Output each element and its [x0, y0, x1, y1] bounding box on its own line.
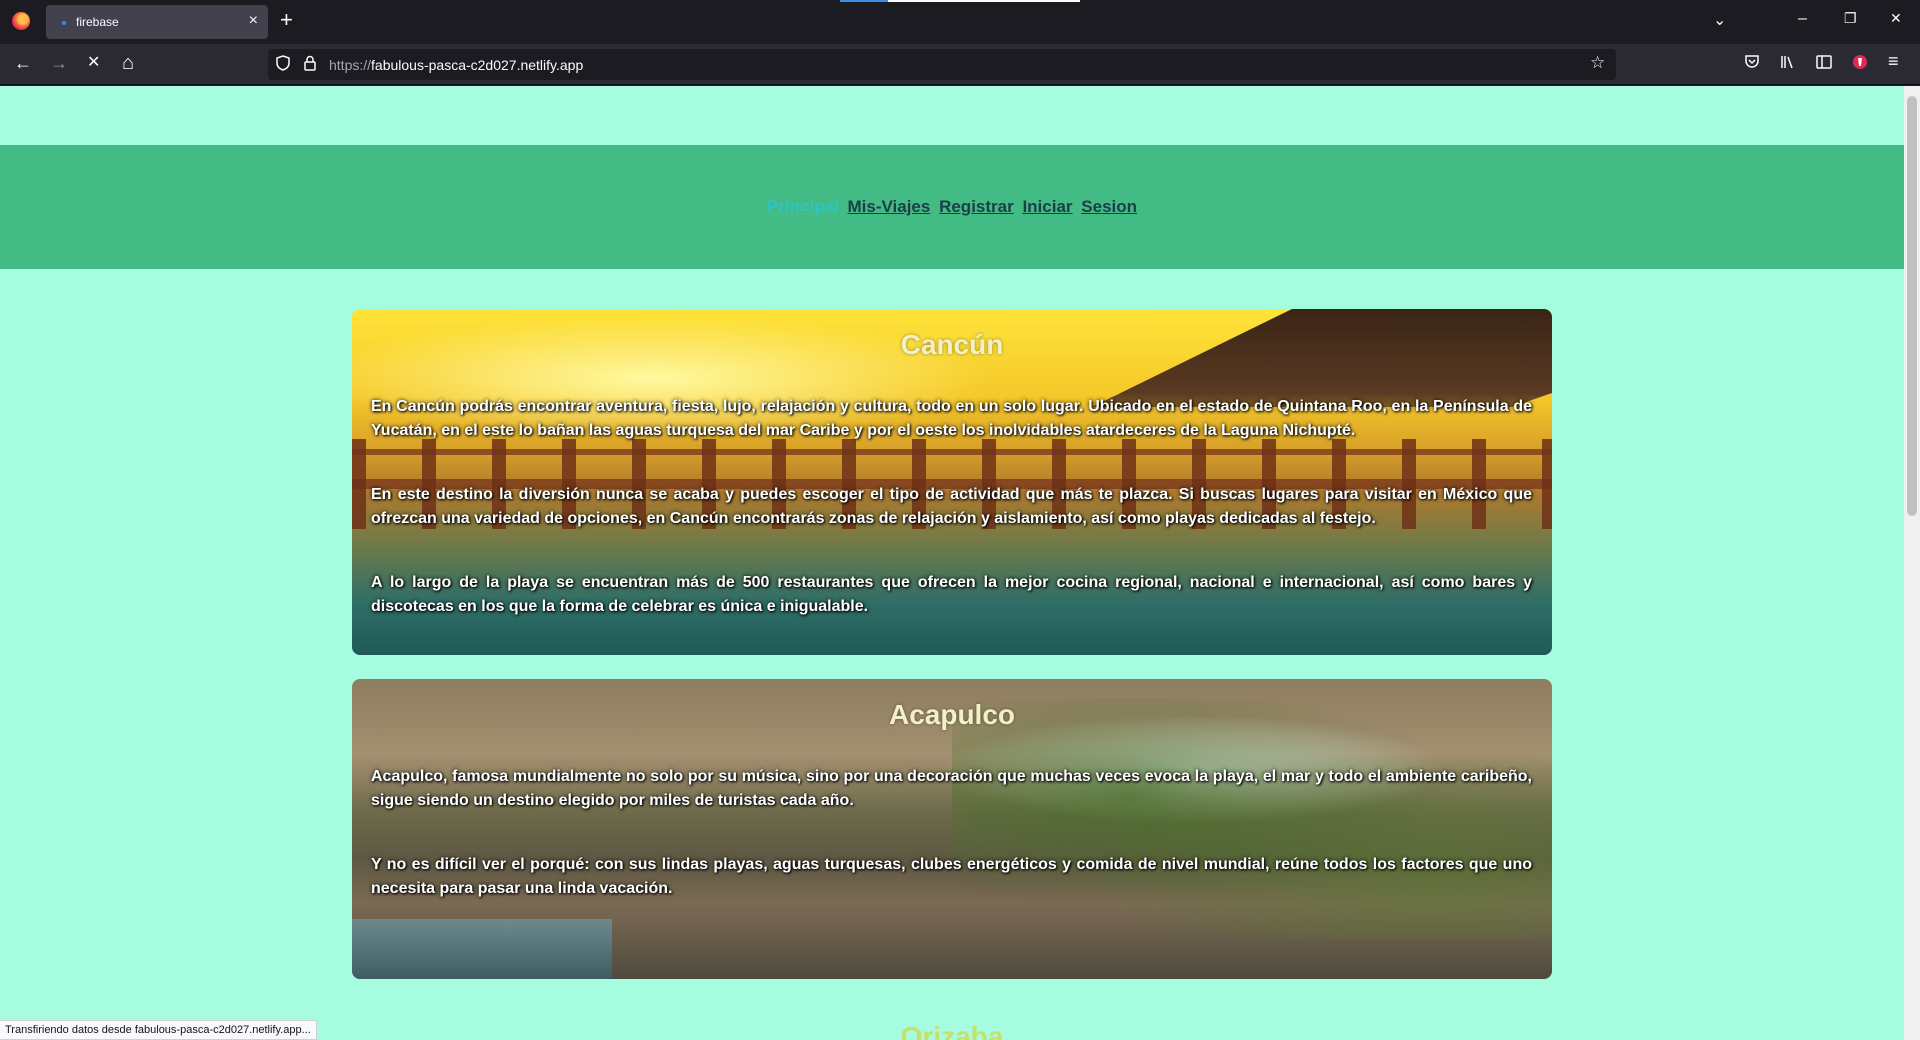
status-bar: Transfiriendo datos desde fabulous-pasca… — [0, 1020, 317, 1040]
site-header: Principal Mis-Viajes Registrar Iniciar S… — [0, 145, 1904, 269]
extension-icon[interactable] — [1852, 54, 1868, 75]
navigation-toolbar: ← → ✕ ⌂ https://fabulous-pasca-c2d027.ne… — [0, 44, 1920, 85]
tab-firebase[interactable]: firebase × — [46, 5, 268, 39]
tracking-protection-shield-icon[interactable] — [276, 55, 290, 75]
tab-bar: firebase × + ⌄ – ❐ ✕ — [0, 0, 1920, 44]
tab-close-icon[interactable]: × — [249, 12, 258, 30]
site-nav: Principal Mis-Viajes Registrar Iniciar S… — [0, 197, 1904, 217]
tab-loading-indicator-icon — [62, 21, 66, 25]
page-scrollbar[interactable] — [1904, 86, 1920, 1040]
new-tab-button[interactable]: + — [280, 9, 293, 31]
card-description: En Cancún podrás encontrar aventura, fie… — [371, 395, 1532, 655]
menu-icon[interactable]: ≡ — [1888, 52, 1899, 70]
sidebar-icon[interactable] — [1816, 54, 1832, 75]
nav-link-mis-viajes[interactable]: Mis-Viajes — [848, 197, 931, 216]
minimize-button[interactable]: – — [1798, 10, 1807, 28]
home-button[interactable]: ⌂ — [122, 53, 134, 73]
card-title: Cancún — [900, 329, 1004, 360]
card-paragraph: Y no es difícil ver el porqué: con sus l… — [371, 856, 1532, 897]
destination-card-cancun: Cancún En Cancún podrás encontrar aventu… — [352, 309, 1552, 655]
nav-link-sesion[interactable]: Sesion — [1081, 197, 1137, 216]
url-host: fabulous-pasca-c2d027.netlify.app — [371, 57, 584, 73]
destination-card-acapulco: Acapulco Acapulco, famosa mundialmente n… — [352, 679, 1552, 979]
card-paragraph: En Cancún podrás encontrar aventura, fie… — [371, 398, 1532, 439]
firefox-logo-icon[interactable] — [12, 12, 30, 30]
lock-icon[interactable] — [304, 55, 316, 75]
close-window-button[interactable]: ✕ — [1890, 10, 1902, 27]
back-button[interactable]: ← — [14, 53, 32, 73]
card-paragraph: Acapulco, famosa mundialmente no solo po… — [371, 768, 1532, 809]
nav-link-iniciar[interactable]: Iniciar — [1022, 197, 1072, 216]
stop-button[interactable]: ✕ — [87, 53, 100, 73]
url-text[interactable]: https://fabulous-pasca-c2d027.netlify.ap… — [329, 57, 583, 73]
card-paragraph: A lo largo de la playa se encuentran más… — [371, 574, 1532, 615]
card-title: Acapulco — [888, 699, 1016, 730]
list-all-tabs-icon[interactable]: ⌄ — [1713, 10, 1726, 30]
restore-button[interactable]: ❐ — [1844, 10, 1857, 27]
tab-title: firebase — [76, 15, 119, 29]
tab-scroll-indicator — [840, 0, 1080, 2]
url-scheme: https:// — [329, 57, 372, 73]
page-viewport: Principal Mis-Viajes Registrar Iniciar S… — [0, 86, 1904, 1040]
forward-button[interactable]: → — [50, 53, 68, 73]
nav-link-principal[interactable]: Principal — [767, 197, 839, 216]
url-bar[interactable]: https://fabulous-pasca-c2d027.netlify.ap… — [268, 49, 1616, 80]
card-description: Acapulco, famosa mundialmente no solo po… — [371, 765, 1532, 941]
bookmark-star-icon[interactable]: ☆ — [1590, 53, 1605, 73]
pocket-icon[interactable] — [1744, 54, 1760, 75]
scrollbar-thumb[interactable] — [1907, 96, 1917, 516]
library-icon[interactable] — [1780, 54, 1796, 75]
nav-link-registrar[interactable]: Registrar — [939, 197, 1014, 216]
card-paragraph: En este destino la diversión nunca se ac… — [371, 486, 1532, 527]
